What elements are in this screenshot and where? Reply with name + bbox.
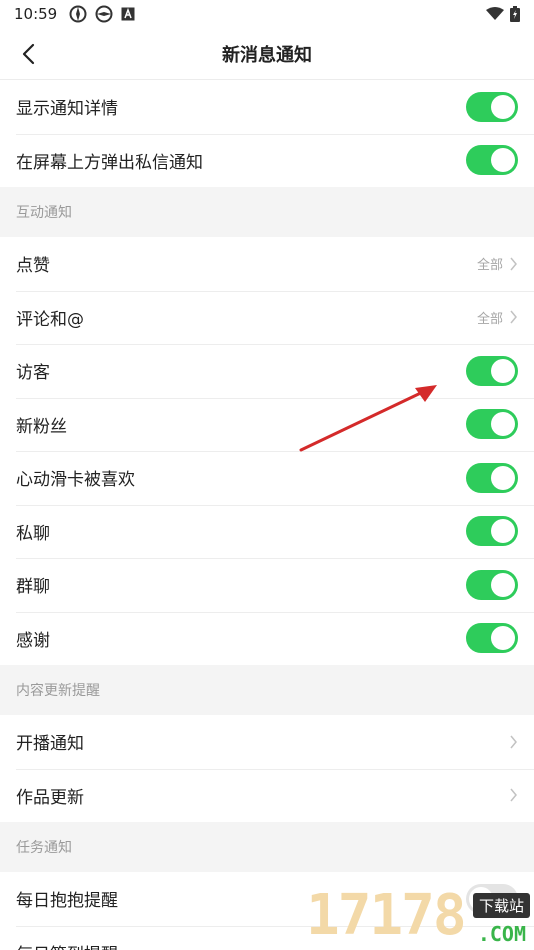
setting-label: 在屏幕上方弹出私信通知 [16, 152, 203, 173]
wifi-icon [486, 7, 504, 20]
section-header-tasks: 任务通知 [0, 822, 534, 872]
setting-row-popup-dm: 在屏幕上方弹出私信通知 [0, 133, 534, 187]
setting-row-daily-hug: 每日抱抱提醒 [0, 872, 534, 926]
visitors-toggle[interactable] [466, 355, 518, 386]
setting-row-likes[interactable]: 点赞 全部 [0, 237, 534, 291]
status-bar: 10:59 [0, 0, 534, 28]
setting-row-daily-checkin[interactable]: 每日签到提醒 [0, 925, 534, 950]
font-notification-icon [121, 7, 135, 21]
toggle-knob [491, 519, 515, 544]
setting-label: 私聊 [16, 523, 50, 544]
setting-row-live-notify[interactable]: 开播通知 [0, 715, 534, 769]
setting-label: 新粉丝 [16, 416, 67, 437]
page-title: 新消息通知 [222, 44, 312, 66]
section-header-content-updates: 内容更新提醒 [0, 665, 534, 715]
setting-row-swipe-liked: 心动滑卡被喜欢 [0, 451, 534, 505]
setting-label: 显示通知详情 [16, 99, 118, 120]
swipe-liked-toggle[interactable] [466, 462, 518, 493]
setting-row-new-followers: 新粉丝 [0, 397, 534, 451]
back-button[interactable] [14, 40, 42, 68]
nav-bar: 新消息通知 [0, 28, 534, 80]
setting-row-visitors: 访客 [0, 344, 534, 398]
back-arrow-icon [22, 43, 35, 65]
group-chat-toggle[interactable] [466, 569, 518, 600]
content-updates-group: 开播通知 作品更新 [0, 715, 534, 822]
setting-label: 心动滑卡被喜欢 [16, 470, 135, 491]
setting-row-work-updates[interactable]: 作品更新 [0, 768, 534, 822]
status-time: 10:59 [14, 5, 58, 23]
setting-row-private-chat: 私聊 [0, 504, 534, 558]
toggle-knob [491, 412, 515, 437]
new-followers-toggle[interactable] [466, 409, 518, 440]
chevron-right-icon [510, 257, 517, 271]
toggle-knob [491, 358, 515, 383]
setting-value: 全部 [476, 311, 503, 327]
toggle-knob [491, 94, 515, 119]
toggle-knob [491, 465, 515, 490]
setting-label: 评论和@ [16, 309, 84, 330]
chevron-right-icon [510, 735, 517, 749]
show-details-toggle[interactable] [466, 91, 518, 122]
setting-row-show-details: 显示通知详情 [0, 80, 534, 134]
chevron-right-icon [510, 788, 517, 802]
setting-label: 开播通知 [16, 734, 84, 755]
app-notification-icon [69, 5, 87, 23]
setting-label: 每日抱抱提醒 [16, 891, 118, 912]
battery-icon [510, 6, 520, 22]
setting-label: 作品更新 [16, 787, 84, 808]
setting-label: 点赞 [16, 256, 50, 277]
daily-hug-toggle[interactable] [466, 883, 518, 914]
setting-label: 群聊 [16, 577, 50, 598]
toggle-knob [491, 626, 515, 651]
setting-value: 全部 [476, 258, 503, 274]
setting-row-comments[interactable]: 评论和@ 全部 [0, 290, 534, 344]
app-notification-icon [95, 5, 113, 23]
general-settings-group: 显示通知详情 在屏幕上方弹出私信通知 [0, 80, 534, 187]
tasks-group: 每日抱抱提醒 每日签到提醒 [0, 872, 534, 950]
toggle-knob [491, 148, 515, 173]
interaction-settings-group: 点赞 全部 评论和@ 全部 访客 新粉丝 心动滑卡被喜欢 私聊 群聊 感谢 [0, 237, 534, 665]
setting-row-group-chat: 群聊 [0, 558, 534, 612]
popup-dm-toggle[interactable] [466, 145, 518, 176]
section-header-interaction: 互动通知 [0, 187, 534, 237]
toggle-knob [491, 572, 515, 597]
setting-row-thanks: 感谢 [0, 611, 534, 665]
setting-label: 访客 [16, 363, 50, 384]
chevron-right-icon [510, 310, 517, 324]
thanks-toggle[interactable] [466, 623, 518, 654]
setting-label: 每日签到提醒 [16, 940, 118, 950]
private-chat-toggle[interactable] [466, 516, 518, 547]
toggle-knob [469, 886, 493, 911]
setting-label: 感谢 [16, 630, 50, 651]
